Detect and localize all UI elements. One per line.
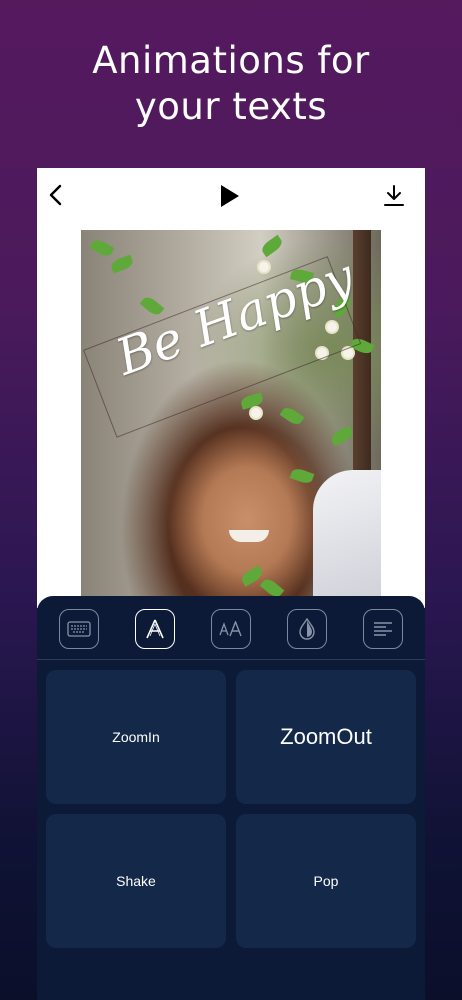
animation-label: Shake: [116, 873, 156, 889]
animation-tile-zoomout[interactable]: ZoomOut: [236, 670, 416, 804]
animation-label: Pop: [313, 873, 339, 889]
toolbar-divider: [37, 659, 425, 660]
keyboard-tool-button[interactable]: [59, 609, 99, 649]
leaf-shape: [259, 234, 285, 258]
smile-shape: [229, 530, 269, 542]
animation-panel: ZoomIn ZoomOut Shake Pop: [37, 596, 425, 1000]
download-button[interactable]: [381, 182, 407, 210]
keyboard-icon: [67, 621, 91, 637]
flower-shape: [259, 262, 269, 272]
align-icon: [374, 622, 392, 636]
font-size-icon: [219, 621, 242, 637]
play-icon: [221, 185, 239, 207]
leaf-shape: [89, 237, 115, 259]
font-size-tool-button[interactable]: [211, 609, 251, 649]
animation-tile-pop[interactable]: Pop: [236, 814, 416, 948]
leaf-shape: [329, 425, 355, 447]
shirt-shape: [313, 470, 381, 608]
leaf-shape: [109, 254, 135, 274]
leaf-shape: [289, 466, 315, 486]
animation-label: ZoomIn: [112, 729, 160, 745]
animation-icon: [146, 619, 164, 639]
leaf-shape: [239, 392, 265, 410]
animation-label: ZoomOut: [280, 724, 372, 749]
editor-screen: Be Happy: [37, 168, 425, 608]
photo-canvas[interactable]: Be Happy: [81, 230, 381, 608]
flower-shape: [251, 408, 261, 418]
leaf-shape: [279, 404, 305, 428]
editor-toolbar: [37, 596, 425, 659]
play-button[interactable]: [215, 182, 245, 210]
headline-line-2: your texts: [134, 85, 328, 128]
animation-tile-shake[interactable]: Shake: [46, 814, 226, 948]
color-tool-button[interactable]: [287, 609, 327, 649]
editor-topbar: [37, 168, 425, 224]
back-button[interactable]: [43, 182, 67, 208]
headline: Animations for your texts: [0, 38, 462, 130]
download-icon: [384, 185, 404, 206]
animation-tool-button[interactable]: [135, 609, 175, 649]
back-icon: [49, 184, 62, 206]
color-drop-icon: [299, 618, 315, 640]
align-tool-button[interactable]: [363, 609, 403, 649]
headline-line-1: Animations for: [92, 39, 370, 82]
animation-tile-zoomin[interactable]: ZoomIn: [46, 670, 226, 804]
